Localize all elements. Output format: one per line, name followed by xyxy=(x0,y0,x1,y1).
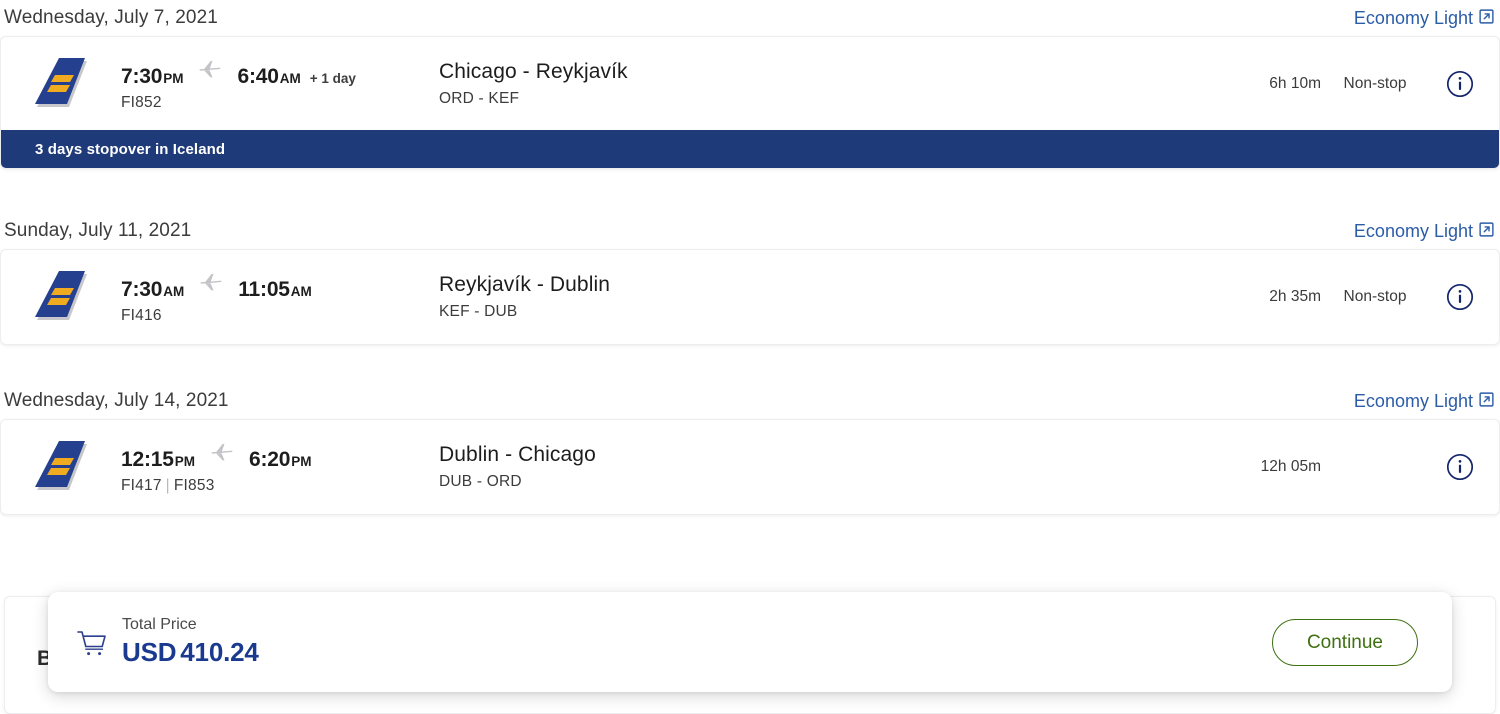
flight-meta-cell: 6h 10m Non-stop xyxy=(1235,70,1477,98)
currency-code: USD xyxy=(122,637,177,667)
arrival-time: 6:20 xyxy=(248,447,291,471)
arrival-time: 6:40 xyxy=(237,64,279,88)
arrival-ampm: AM xyxy=(290,283,312,299)
route-cell: Chicago - Reykjavík ORD - KEF xyxy=(439,60,1235,108)
flight-duration: 12h 05m xyxy=(1260,458,1321,475)
departure-time: 7:30 xyxy=(121,277,163,301)
flight-meta-cell: 2h 35m Non-stop xyxy=(1235,283,1477,311)
flight-numbers: FI417 | FI853 xyxy=(121,477,439,495)
flight-card-1: 7:30 PM 6:40 AM + 1 day FI852 Chicago - … xyxy=(0,36,1500,169)
departure-ampm: PM xyxy=(163,70,184,86)
route-cities: Chicago - Reykjavík xyxy=(439,60,628,83)
departure-ampm: AM xyxy=(163,283,185,299)
flight-segment-row: 12:15 PM 6:20 PM FI417 | FI853 Dublin - … xyxy=(1,420,1499,514)
itinerary-segment-2: Sunday, July 11, 2021 Economy Light 7:30… xyxy=(0,213,1500,345)
segment-date-row: Wednesday, July 14, 2021 Economy Light xyxy=(0,383,1500,419)
stopover-banner: 3 days stopover in Iceland xyxy=(1,130,1499,168)
flight-itinerary-page: Wednesday, July 7, 2021 Economy Light 7:… xyxy=(0,0,1500,714)
segment-date: Wednesday, July 14, 2021 xyxy=(4,390,229,411)
price-amount: 410.24 xyxy=(180,637,259,667)
icelandair-tail-logo xyxy=(29,54,91,115)
flight-segment-row: 7:30 AM 11:05 AM FI416 Reykjavík - Dubli… xyxy=(1,250,1499,344)
fare-type-link-3[interactable]: Economy Light xyxy=(1354,391,1494,412)
route-cell: Reykjavík - Dublin KEF - DUB xyxy=(439,273,1235,321)
itinerary-segment-3: Wednesday, July 14, 2021 Economy Light 1… xyxy=(0,383,1500,515)
fare-type-link-1[interactable]: Economy Light xyxy=(1354,8,1494,29)
fare-type-label: Economy Light xyxy=(1353,390,1473,411)
fare-type-link-2[interactable]: Economy Light xyxy=(1354,221,1494,242)
flight-number-second: FI853 xyxy=(173,476,215,494)
flight-duration: 6h 10m xyxy=(1269,75,1321,92)
icelandair-tail-logo xyxy=(29,437,91,498)
flight-times-cell: 7:30 PM 6:40 AM + 1 day FI852 xyxy=(119,57,439,112)
segment-date: Wednesday, July 7, 2021 xyxy=(4,7,218,28)
flight-number-first: FI417 xyxy=(121,476,162,494)
arrival-ampm: AM xyxy=(279,70,301,86)
total-price-bar: Total Price USD 410.24 Continue xyxy=(48,592,1452,692)
times-line: 7:30 AM 11:05 AM xyxy=(121,270,439,302)
route-airport-codes: KEF - DUB xyxy=(439,303,518,320)
info-icon[interactable] xyxy=(1443,453,1477,481)
shopping-cart-icon xyxy=(76,629,108,664)
total-price-value: USD 410.24 xyxy=(122,637,259,668)
price-summary: Total Price USD 410.24 xyxy=(76,616,259,668)
times-line: 7:30 PM 6:40 AM + 1 day xyxy=(121,57,439,89)
info-icon[interactable] xyxy=(1443,283,1477,311)
flight-stops: Non-stop xyxy=(1343,75,1407,92)
external-link-icon xyxy=(1479,391,1494,412)
flight-duration: 2h 35m xyxy=(1269,288,1321,305)
airline-logo-cell xyxy=(1,54,119,115)
arrival-time: 11:05 xyxy=(238,277,290,301)
flight-number-separator: | xyxy=(165,476,170,494)
flight-number: FI852 xyxy=(121,93,162,111)
segment-date: Sunday, July 11, 2021 xyxy=(4,220,192,241)
departure-time: 7:30 xyxy=(121,64,163,88)
flight-segment-row: 7:30 PM 6:40 AM + 1 day FI852 Chicago - … xyxy=(1,37,1499,131)
times-line: 12:15 PM 6:20 PM xyxy=(121,440,439,472)
fare-type-label: Economy Light xyxy=(1353,220,1473,241)
departure-ampm: PM xyxy=(174,453,195,469)
plane-icon xyxy=(197,55,223,86)
external-link-icon xyxy=(1479,221,1494,242)
departure-time: 12:15 xyxy=(121,447,174,471)
plane-icon xyxy=(209,438,235,469)
flight-number: FI416 xyxy=(121,306,162,324)
flight-meta-cell: 12h 05m xyxy=(1235,453,1477,481)
external-link-icon xyxy=(1479,8,1494,29)
continue-button[interactable]: Continue xyxy=(1271,618,1418,666)
segment-date-row: Wednesday, July 7, 2021 Economy Light xyxy=(0,0,1500,36)
route-airport-codes: DUB - ORD xyxy=(439,473,522,490)
fare-type-label: Economy Light xyxy=(1353,7,1473,28)
flight-times-cell: 7:30 AM 11:05 AM FI416 xyxy=(119,270,439,325)
route-cities: Dublin - Chicago xyxy=(439,443,596,466)
arrival-ampm: PM xyxy=(291,453,312,469)
route-airport-codes: ORD - KEF xyxy=(439,90,520,107)
info-icon[interactable] xyxy=(1443,70,1477,98)
airline-logo-cell xyxy=(1,437,119,498)
total-price-label: Total Price xyxy=(122,616,197,633)
airline-logo-cell xyxy=(1,267,119,328)
itinerary-segment-1: Wednesday, July 7, 2021 Economy Light 7:… xyxy=(0,0,1500,169)
flight-card-2: 7:30 AM 11:05 AM FI416 Reykjavík - Dubli… xyxy=(0,249,1500,345)
route-cell: Dublin - Chicago DUB - ORD xyxy=(439,443,1235,491)
flight-stops: Non-stop xyxy=(1343,288,1407,305)
flight-times-cell: 12:15 PM 6:20 PM FI417 | FI853 xyxy=(119,440,439,495)
route-cities: Reykjavík - Dublin xyxy=(439,273,611,296)
plane-icon xyxy=(198,268,224,299)
icelandair-tail-logo xyxy=(29,267,91,328)
day-offset-label: + 1 day xyxy=(309,70,356,86)
segment-date-row: Sunday, July 11, 2021 Economy Light xyxy=(0,213,1500,249)
flight-card-3: 12:15 PM 6:20 PM FI417 | FI853 Dublin - … xyxy=(0,419,1500,515)
price-text-block: Total Price USD 410.24 xyxy=(122,616,259,668)
